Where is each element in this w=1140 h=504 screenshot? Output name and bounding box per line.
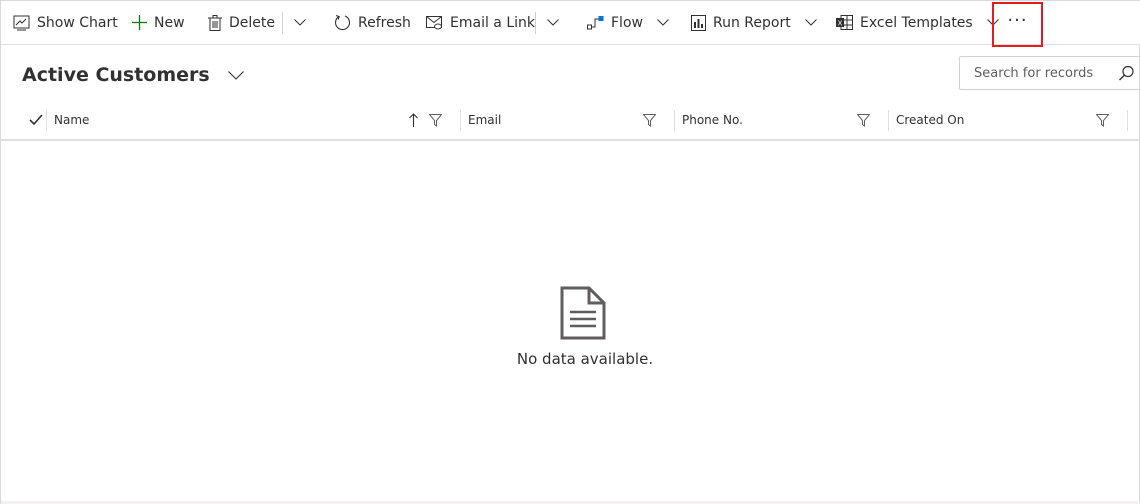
chevron-down-icon: [227, 70, 244, 80]
app-window: Show Chart New Delete Refresh Email a Li…: [0, 0, 1140, 504]
refresh-label: Refresh: [358, 14, 411, 31]
flow-button[interactable]: Flow: [587, 1, 669, 44]
chart-icon: [13, 15, 30, 30]
empty-state-message: No data available.: [516, 350, 654, 368]
show-chart-button[interactable]: Show Chart: [13, 1, 118, 44]
column-header-name[interactable]: Name: [54, 113, 89, 127]
filter-icon[interactable]: [643, 114, 656, 127]
chevron-down-icon: [294, 19, 306, 26]
sort-ascending-icon[interactable]: [409, 113, 418, 127]
flow-label: Flow: [611, 14, 643, 31]
more-icon: ···: [1007, 10, 1028, 31]
chevron-down-icon: [657, 19, 669, 26]
trash-icon: [208, 14, 222, 31]
search-box: [959, 56, 1140, 90]
view-selector[interactable]: Active Customers: [22, 62, 244, 88]
chevron-down-icon: [804, 19, 817, 26]
column-separator: [1127, 110, 1128, 131]
column-header-phone[interactable]: Phone No.: [682, 113, 743, 127]
filter-icon[interactable]: [857, 114, 870, 127]
run-report-label: Run Report: [713, 14, 791, 31]
email-link-button[interactable]: Email a Link: [426, 1, 535, 44]
more-commands-button[interactable]: ···: [992, 2, 1043, 47]
page-title: Active Customers: [22, 64, 210, 86]
delete-dropdown-button[interactable]: [294, 1, 306, 44]
new-label: New: [154, 14, 185, 31]
run-report-button[interactable]: Run Report: [691, 1, 817, 44]
new-button[interactable]: New: [132, 1, 185, 44]
command-bar: Show Chart New Delete Refresh Email a Li…: [1, 1, 1140, 47]
email-link-label: Email a Link: [450, 14, 535, 31]
select-all-checkmark-icon[interactable]: [29, 114, 43, 126]
column-header-email[interactable]: Email: [468, 113, 501, 127]
column-separator: [460, 110, 461, 131]
refresh-button[interactable]: Refresh: [334, 1, 411, 44]
show-chart-label: Show Chart: [37, 14, 118, 31]
chevron-down-icon: [547, 19, 559, 26]
delete-button[interactable]: Delete: [208, 1, 275, 44]
excel-templates-button[interactable]: X Excel Templates: [836, 1, 999, 44]
grid-header: Name Email Phone No. Created On: [1, 101, 1140, 141]
search-input[interactable]: [960, 65, 1110, 81]
command-separator: [282, 12, 283, 34]
delete-label: Delete: [229, 14, 275, 31]
column-separator: [888, 110, 889, 131]
plus-icon: [132, 15, 147, 30]
excel-icon: X: [836, 15, 853, 30]
command-separator: [535, 12, 536, 34]
email-link-dropdown-button[interactable]: [547, 1, 559, 44]
svg-text:X: X: [838, 20, 843, 28]
column-separator: [46, 110, 47, 131]
column-separator: [674, 110, 675, 131]
report-icon: [691, 14, 706, 31]
filter-icon[interactable]: [429, 114, 442, 127]
search-icon[interactable]: [1118, 65, 1135, 82]
document-icon: [560, 286, 606, 340]
refresh-icon: [335, 14, 351, 31]
flow-icon: [587, 15, 604, 29]
excel-templates-label: Excel Templates: [860, 14, 973, 31]
filter-icon[interactable]: [1096, 114, 1109, 127]
email-link-icon: [426, 15, 442, 29]
column-header-created-on[interactable]: Created On: [896, 113, 964, 127]
